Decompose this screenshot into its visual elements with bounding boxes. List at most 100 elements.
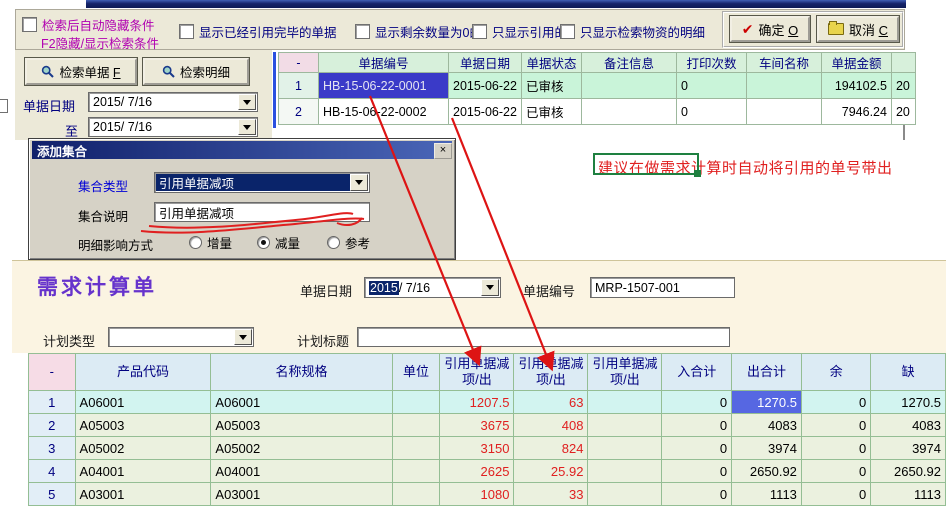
name-cell[interactable]: A06001 [211, 391, 392, 414]
checkbox-icon[interactable] [22, 17, 37, 32]
table-row[interactable]: 2 HB-15-06-22-0002 2015-06-22 已审核 0 7946… [279, 99, 916, 125]
row-number[interactable]: 1 [29, 391, 76, 414]
table-row[interactable]: 3 A05002 A05002 3150 824 0 3974 0 3974 [29, 437, 946, 460]
chevron-down-icon[interactable] [238, 94, 256, 110]
ref2-cell[interactable]: 25.92 [514, 460, 588, 483]
unit-cell[interactable] [392, 414, 440, 437]
unit-cell[interactable] [392, 437, 440, 460]
checkbox-icon[interactable] [179, 24, 194, 39]
code-cell[interactable]: A05003 [75, 414, 211, 437]
row-number[interactable]: 4 [29, 460, 76, 483]
chevron-down-icon[interactable] [481, 279, 499, 296]
shortage-cell[interactable]: 3974 [871, 437, 946, 460]
surplus-cell[interactable]: 0 [801, 437, 870, 460]
set-type-combobox[interactable]: 引用单据减项 [154, 172, 370, 193]
set-desc-input[interactable]: 引用单据减项 [154, 202, 370, 222]
form-doc-no-input[interactable]: MRP-1507-001 [590, 277, 735, 298]
ref1-cell[interactable]: 1080 [440, 483, 514, 506]
workshop-cell[interactable] [746, 73, 821, 99]
ref3-cell[interactable] [588, 460, 662, 483]
out-total-cell[interactable]: 3974 [732, 437, 802, 460]
chevron-down-icon[interactable] [350, 174, 368, 191]
in-total-cell[interactable]: 0 [662, 391, 732, 414]
name-cell[interactable]: A03001 [211, 483, 392, 506]
radio-reference[interactable]: 参考 [327, 233, 370, 252]
name-cell[interactable]: A05003 [211, 414, 392, 437]
ref2-cell[interactable]: 63 [514, 391, 588, 414]
doc-no-cell-selected[interactable]: HB-15-06-22-0001 [319, 73, 449, 99]
radio-checked-icon[interactable] [257, 236, 270, 249]
code-cell[interactable]: A05002 [75, 437, 211, 460]
confirm-button[interactable]: ✔ 确定 O [730, 16, 810, 42]
plan-type-combobox[interactable] [108, 327, 254, 347]
in-total-cell[interactable]: 0 [662, 414, 732, 437]
plan-title-input[interactable] [357, 327, 730, 347]
ref2-cell[interactable]: 408 [514, 414, 588, 437]
ref3-cell[interactable] [588, 414, 662, 437]
ref3-cell[interactable] [588, 483, 662, 506]
shortage-cell[interactable]: 2650.92 [871, 460, 946, 483]
doc-date-from-combobox[interactable]: 2015/ 7/16 [88, 92, 258, 112]
out-total-cell[interactable]: 2650.92 [732, 460, 802, 483]
date-cell[interactable]: 2015-06-22 [449, 73, 522, 99]
remark-cell[interactable] [581, 73, 676, 99]
name-cell[interactable]: A05002 [211, 437, 392, 460]
in-total-cell[interactable]: 0 [662, 437, 732, 460]
table-row[interactable]: 2 A05003 A05003 3675 408 0 4083 0 4083 [29, 414, 946, 437]
ref1-cell[interactable]: 1207.5 [440, 391, 514, 414]
close-icon[interactable]: × [434, 143, 452, 159]
out-total-cell[interactable]: 4083 [732, 414, 802, 437]
shortage-cell[interactable]: 1113 [871, 483, 946, 506]
cancel-button[interactable]: 取消 C [817, 16, 899, 42]
radio-icon[interactable] [327, 236, 340, 249]
ref3-cell[interactable] [588, 437, 662, 460]
unit-cell[interactable] [392, 391, 440, 414]
row-number[interactable]: 5 [29, 483, 76, 506]
code-cell[interactable]: A03001 [75, 483, 211, 506]
doc-date-to-combobox[interactable]: 2015/ 7/16 [88, 117, 258, 137]
ref1-cell[interactable]: 3675 [440, 414, 514, 437]
name-cell[interactable]: A04001 [211, 460, 392, 483]
unit-cell[interactable] [392, 483, 440, 506]
code-cell[interactable]: A04001 [75, 460, 211, 483]
checkbox-show-material-detail[interactable]: 只显示检索物资的明细 [560, 22, 705, 41]
surplus-cell[interactable]: 0 [801, 414, 870, 437]
out-total-cell-selected[interactable]: 1270.5 [732, 391, 802, 414]
checkbox-show-fully-used[interactable]: 显示已经引用完毕的单据 [179, 22, 337, 41]
checkbox-icon[interactable] [355, 24, 370, 39]
row-number[interactable]: 3 [29, 437, 76, 460]
table-row[interactable]: 1 HB-15-06-22-0001 2015-06-22 已审核 0 1941… [279, 73, 916, 99]
surplus-cell[interactable]: 0 [801, 391, 870, 414]
amount-cell[interactable]: 7946.24 [821, 99, 891, 125]
chevron-down-icon[interactable] [234, 329, 252, 345]
table-row[interactable]: 5 A03001 A03001 1080 33 0 1113 0 1113 [29, 483, 946, 506]
ref3-cell[interactable] [588, 391, 662, 414]
ref2-cell[interactable]: 824 [514, 437, 588, 460]
checkbox-show-zero-qty[interactable]: 显示剩余数量为0的 [355, 22, 482, 41]
ref2-cell[interactable]: 33 [514, 483, 588, 506]
out-total-cell[interactable]: 1113 [732, 483, 802, 506]
checkbox-icon[interactable] [472, 24, 487, 39]
remark-cell[interactable] [581, 99, 676, 125]
date-cell[interactable]: 2015-06-22 [449, 99, 522, 125]
prints-cell[interactable]: 0 [676, 99, 746, 125]
unit-cell[interactable] [392, 460, 440, 483]
row-number[interactable]: 1 [279, 73, 319, 99]
ref1-cell[interactable]: 2625 [440, 460, 514, 483]
status-cell[interactable]: 已审核 [521, 73, 581, 99]
table-row[interactable]: 4 A04001 A04001 2625 25.92 0 2650.92 0 2… [29, 460, 946, 483]
surplus-cell[interactable]: 0 [801, 483, 870, 506]
row-number[interactable]: 2 [29, 414, 76, 437]
clipped-cell[interactable]: 20 [891, 73, 915, 99]
in-total-cell[interactable]: 0 [662, 460, 732, 483]
checkbox-icon[interactable] [560, 24, 575, 39]
checkbox-show-referenced-only[interactable]: 只显示引用的 [472, 22, 567, 41]
status-cell[interactable]: 已审核 [521, 99, 581, 125]
row-number[interactable]: 2 [279, 99, 319, 125]
search-documents-button[interactable]: 检索单据 F [25, 58, 137, 85]
shortage-cell[interactable]: 4083 [871, 414, 946, 437]
shortage-cell[interactable]: 1270.5 [871, 391, 946, 414]
chevron-down-icon[interactable] [238, 119, 256, 135]
search-detail-button[interactable]: 检索明细 [143, 58, 249, 85]
radio-increase[interactable]: 增量 [189, 233, 232, 252]
